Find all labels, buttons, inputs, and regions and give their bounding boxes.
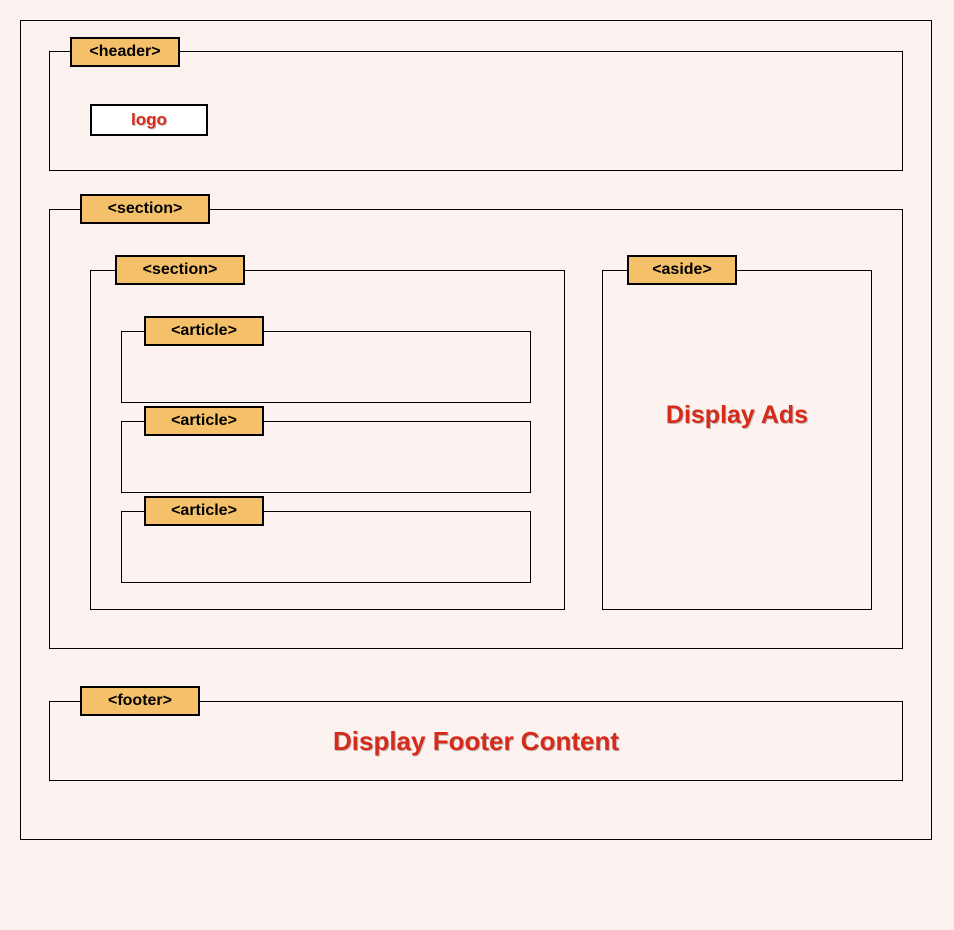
section-outer-tag-label: <section>	[80, 194, 210, 224]
footer-content-text: Display Footer Content	[333, 726, 619, 757]
article-region-3: <article>	[121, 511, 531, 583]
logo-box: logo	[90, 104, 208, 136]
header-region: <header> logo	[49, 51, 903, 171]
section-inner-tag-label: <section>	[115, 255, 245, 285]
article-tag-label-3: <article>	[144, 496, 264, 526]
section-inner-region: <section> <article> <article> <article>	[90, 270, 565, 610]
article-region-2: <article>	[121, 421, 531, 493]
header-tag-label: <header>	[70, 37, 180, 67]
article-tag-label-1: <article>	[144, 316, 264, 346]
aside-region: <aside> Display Ads	[602, 270, 872, 610]
footer-region: <footer> Display Footer Content	[49, 701, 903, 781]
footer-tag-label: <footer>	[80, 686, 200, 716]
aside-content-text: Display Ads	[603, 401, 871, 430]
aside-tag-label: <aside>	[627, 255, 737, 285]
page-layout-diagram: <header> logo <section> <section> <artic…	[20, 20, 932, 840]
article-tag-label-2: <article>	[144, 406, 264, 436]
section-outer-region: <section> <section> <article> <article> …	[49, 209, 903, 649]
article-region-1: <article>	[121, 331, 531, 403]
